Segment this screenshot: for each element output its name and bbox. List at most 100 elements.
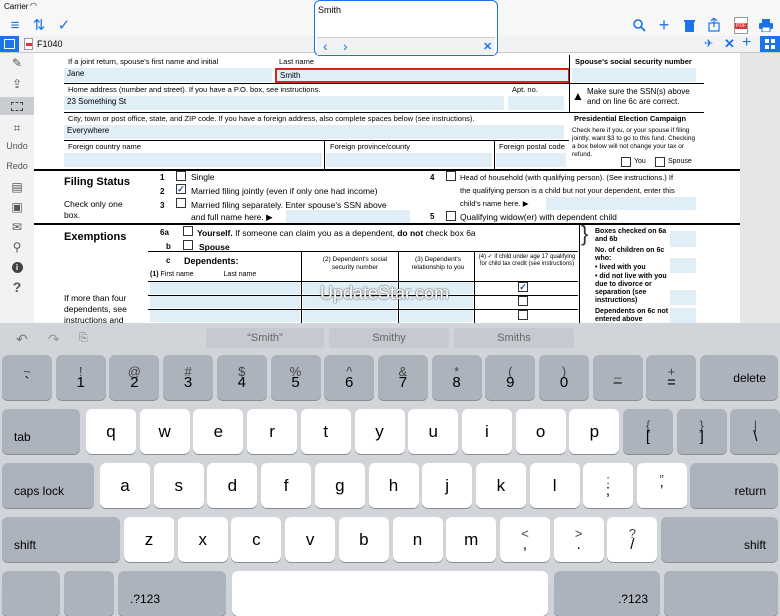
caps-lock-key[interactable]: caps lock	[2, 463, 94, 508]
key-k[interactable]: k	[475, 463, 526, 508]
export-icon[interactable]: ⇪	[0, 75, 34, 93]
key-q[interactable]: q	[86, 409, 136, 454]
tab-f1040[interactable]: F1040	[37, 39, 63, 49]
key-a[interactable]: a	[100, 463, 150, 508]
key-1[interactable]: ! 1	[55, 355, 106, 400]
key-[[interactable]: {[	[623, 409, 673, 454]
dep3-relationship-field[interactable]	[400, 310, 473, 322]
key-,[interactable]: <,	[500, 517, 550, 562]
sort-icon[interactable]: ⇅	[30, 14, 48, 36]
pec-spouse-checkbox[interactable]	[655, 157, 665, 167]
key-/[interactable]: ? /	[607, 517, 658, 562]
print-icon[interactable]	[757, 14, 775, 36]
key-\[interactable]: | \	[730, 409, 780, 454]
key-7[interactable]: & 7	[377, 355, 428, 400]
next-result-icon[interactable]: ›	[343, 38, 348, 54]
inspector-icon[interactable]: ✈	[704, 37, 720, 51]
dependents-not-entered-field[interactable]	[670, 308, 696, 323]
did-not-live-field[interactable]	[670, 290, 696, 305]
undo-button[interactable]: Undo	[0, 139, 34, 153]
key-h[interactable]: h	[368, 463, 419, 508]
key-0[interactable]: ) 0	[539, 355, 589, 400]
qualifying-child-name-field[interactable]	[546, 197, 696, 210]
spouse-full-name-field[interactable]	[286, 210, 410, 223]
sidebar-toggle-icon[interactable]	[0, 36, 19, 52]
search-input[interactable]: Smith	[318, 5, 341, 15]
shift-left-key[interactable]: shift	[2, 517, 120, 562]
dep2-name-field[interactable]	[150, 296, 300, 308]
key-r[interactable]: r	[247, 409, 298, 454]
select-rect-icon[interactable]	[0, 97, 34, 115]
new-tab-icon[interactable]: +	[742, 34, 756, 51]
key-=[interactable]: + =	[646, 355, 697, 400]
key-6[interactable]: ^ 6	[324, 355, 375, 400]
suggestion-2[interactable]: Smithy	[329, 328, 449, 348]
redo-icon[interactable]: ↷	[48, 331, 60, 348]
help-icon[interactable]: ?	[0, 279, 34, 295]
pec-you-checkbox[interactable]	[621, 157, 631, 167]
spouse-first-field[interactable]: Jane	[64, 68, 272, 82]
close-tab-icon[interactable]: ✕	[724, 36, 738, 52]
key-’[interactable]: ”’	[636, 463, 687, 508]
married-separately-checkbox[interactable]	[176, 198, 186, 208]
share-icon[interactable]	[705, 14, 723, 36]
redo-button[interactable]: Redo	[0, 159, 34, 173]
dep1-name-field[interactable]	[150, 282, 300, 294]
suggestion-3[interactable]: Smiths	[454, 328, 574, 348]
numbers-key-right[interactable]: .?123	[554, 571, 660, 616]
key-d[interactable]: d	[207, 463, 258, 508]
key-3[interactable]: #3	[163, 355, 214, 400]
key-8[interactable]: * 8	[431, 355, 482, 400]
boxes-checked-field[interactable]	[670, 231, 696, 247]
key-c[interactable]: c	[231, 517, 282, 562]
key-;[interactable]: :;	[583, 463, 633, 508]
foreign-province-field[interactable]	[326, 153, 492, 167]
search-icon[interactable]: ⚲	[0, 239, 34, 255]
list-icon[interactable]: ≡	[6, 14, 24, 36]
checkmark-icon[interactable]: ✓	[55, 14, 73, 36]
close-search-icon[interactable]: ✕	[483, 40, 492, 53]
key-2[interactable]: @2	[109, 355, 160, 400]
dep3-ssn-field[interactable]	[303, 310, 397, 322]
key-y[interactable]: y	[354, 409, 405, 454]
key-l[interactable]: l	[529, 463, 580, 508]
key-m[interactable]: m	[446, 517, 497, 562]
space-key[interactable]	[232, 571, 548, 616]
city-field[interactable]: Everywhere	[64, 125, 564, 139]
pdf-icon[interactable]: PDF	[732, 14, 750, 36]
key-e[interactable]: e	[193, 409, 244, 454]
mail-icon[interactable]: ✉	[0, 219, 34, 235]
key-x[interactable]: x	[177, 517, 228, 562]
key-z[interactable]: z	[124, 517, 174, 562]
add-icon[interactable]: +	[655, 14, 673, 36]
save-icon[interactable]: ▣	[0, 199, 34, 215]
tab-key[interactable]: tab	[2, 409, 80, 454]
dep3-name-field[interactable]	[150, 310, 300, 322]
emoji-key[interactable]	[2, 571, 60, 616]
key-o[interactable]: o	[515, 409, 566, 454]
pen-icon[interactable]: ✎	[0, 55, 34, 71]
delete-key[interactable]: delete	[700, 355, 778, 400]
key-`[interactable]: ~ `	[2, 355, 52, 400]
numbers-key-left[interactable]: .?123	[118, 571, 226, 616]
spouse-checkbox[interactable]	[183, 240, 193, 250]
apt-field[interactable]	[508, 96, 564, 110]
key-p[interactable]: p	[569, 409, 620, 454]
key-g[interactable]: g	[314, 463, 365, 508]
return-key[interactable]: return	[690, 463, 778, 508]
foreign-country-field[interactable]	[64, 153, 322, 167]
crop-icon[interactable]: ⌗	[0, 119, 34, 137]
dep2-credit-checkbox[interactable]	[518, 296, 528, 306]
yourself-checkbox[interactable]	[183, 226, 193, 236]
key-b[interactable]: b	[338, 517, 389, 562]
dep3-credit-checkbox[interactable]	[518, 310, 528, 320]
key-j[interactable]: j	[422, 463, 473, 508]
home-address-field[interactable]: 23 Something St	[64, 96, 504, 110]
foreign-postal-field[interactable]	[496, 153, 566, 167]
grid-view-icon[interactable]	[760, 36, 780, 52]
last-name-field[interactable]: Smith	[275, 68, 570, 83]
globe-key[interactable]	[64, 571, 114, 616]
key-t[interactable]: t	[300, 409, 351, 454]
key-4[interactable]: $4	[216, 355, 267, 400]
undo-icon[interactable]: ↶	[16, 331, 28, 348]
